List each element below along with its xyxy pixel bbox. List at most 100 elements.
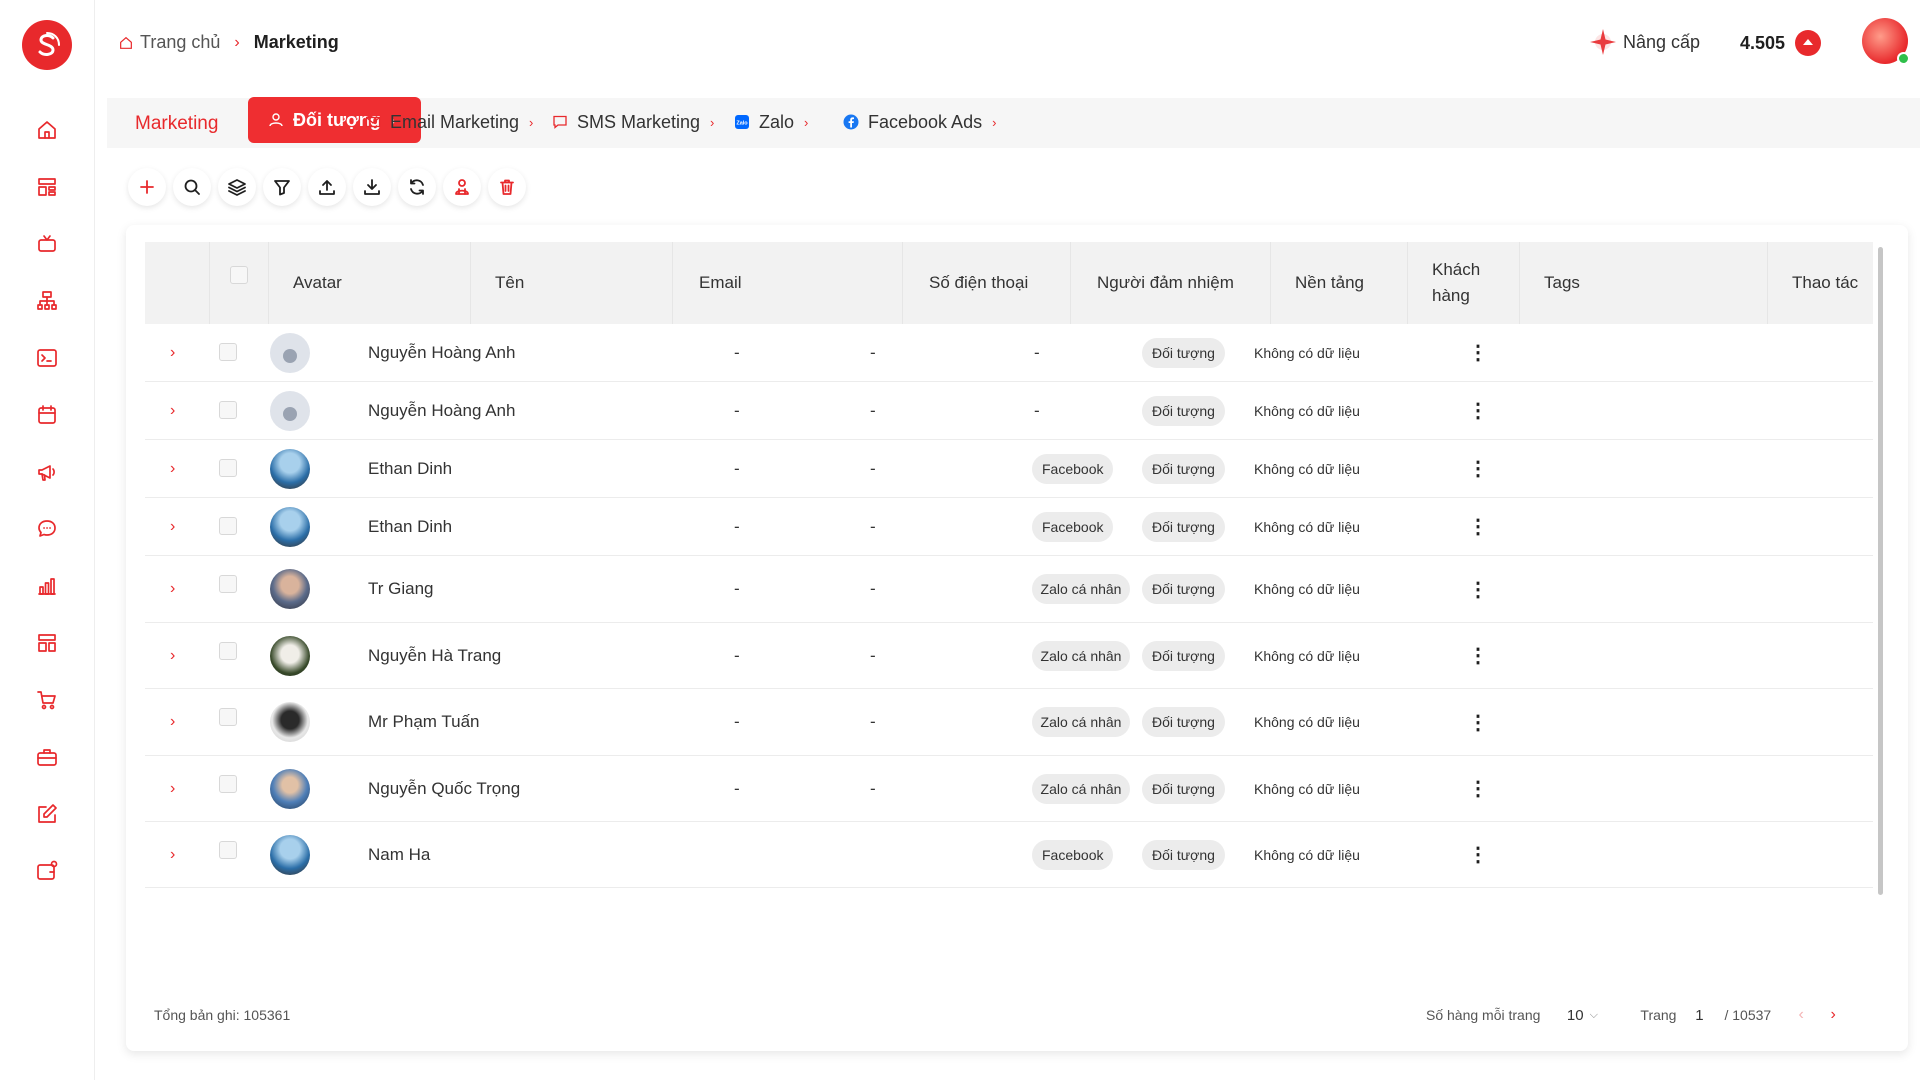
row-checkbox[interactable] (219, 841, 237, 859)
row-checkbox[interactable] (219, 642, 237, 660)
expand-row-chevron-icon[interactable]: › (170, 780, 175, 798)
expand-row-chevron-icon[interactable]: › (170, 846, 175, 864)
app-logo[interactable] (22, 20, 72, 70)
table-row[interactable]: › Mr Phạm Tuấn - - Zalo cá nhân Đối tượng Khôn… (145, 689, 1873, 756)
expand-row-chevron-icon[interactable]: › (170, 344, 175, 362)
platform-badge: Zalo cá nhân (1032, 773, 1130, 804)
expand-row-chevron-icon[interactable]: › (170, 402, 175, 420)
row-checkbox[interactable] (219, 708, 237, 726)
upload-button[interactable] (308, 168, 346, 206)
expand-row-chevron-icon[interactable]: › (170, 518, 175, 536)
table-toolbar (128, 168, 533, 206)
more-actions-icon[interactable]: ⋮ (1468, 340, 1488, 365)
header-owner[interactable]: Người đảm nhiệm (1071, 242, 1271, 324)
contact-name[interactable]: Ethan Dinh (368, 498, 668, 555)
cart-icon[interactable] (31, 684, 63, 716)
sitemap-icon[interactable] (31, 285, 63, 317)
home-icon[interactable] (31, 114, 63, 146)
bar-chart-icon[interactable] (31, 570, 63, 602)
points-balance[interactable]: 4.505 (1740, 30, 1822, 56)
more-actions-icon[interactable]: ⋮ (1468, 776, 1488, 801)
more-actions-icon[interactable]: ⋮ (1468, 643, 1488, 668)
megaphone-icon[interactable] (31, 456, 63, 488)
tab-marketing[interactable]: Marketing (135, 100, 218, 148)
contact-name[interactable]: Nguyễn Hoàng Anh (368, 382, 668, 439)
rows-per-page-label: Số hàng mỗi trang (1426, 1007, 1541, 1023)
contact-name[interactable]: Mr Phạm Tuấn (368, 689, 668, 755)
edit-icon[interactable] (31, 798, 63, 830)
calendar-icon[interactable] (31, 399, 63, 431)
table-row[interactable]: › Ethan Dinh - - Facebook Đối tượng Không có d… (145, 440, 1873, 498)
more-actions-icon[interactable]: ⋮ (1468, 710, 1488, 735)
contact-owner: - (870, 579, 876, 598)
more-actions-icon[interactable]: ⋮ (1468, 842, 1488, 867)
table-scrollbar[interactable] (1878, 247, 1883, 895)
more-actions-icon[interactable]: ⋮ (1468, 456, 1488, 481)
table-row[interactable]: › Nguyễn Hoàng Anh - - - Đối tượng Không có dữ… (145, 324, 1873, 382)
row-checkbox[interactable] (219, 775, 237, 793)
tab-sms-marketing[interactable]: SMS Marketing › (552, 98, 714, 146)
table-row[interactable]: › Ethan Dinh - - Facebook Đối tượng Không có d… (145, 498, 1873, 556)
contact-name[interactable]: Nguyễn Hà Trang (368, 623, 668, 688)
table-row[interactable]: › Nam Ha Facebook Đối tượng Không có dữ liệu… (145, 822, 1873, 888)
header-platform[interactable]: Nền tảng (1271, 242, 1408, 324)
layers-button[interactable] (218, 168, 256, 206)
header-phone[interactable]: Số điện thoại (903, 242, 1071, 324)
download-button[interactable] (353, 168, 391, 206)
layout-icon[interactable] (31, 627, 63, 659)
contact-name[interactable]: Nguyễn Quốc Trọng (368, 756, 668, 821)
header-tags[interactable]: Tags (1520, 242, 1768, 324)
tab-email-marketing[interactable]: Email Marketing › (365, 98, 533, 146)
delete-button[interactable] (488, 168, 526, 206)
expand-row-chevron-icon[interactable]: › (170, 460, 175, 478)
filter-button[interactable] (263, 168, 301, 206)
contact-name[interactable]: Nguyễn Hoàng Anh (368, 324, 668, 381)
header-customer[interactable]: Khách hàng (1408, 242, 1520, 324)
contact-name[interactable]: Nam Ha (368, 822, 668, 887)
contact-name[interactable]: Ethan Dinh (368, 440, 668, 497)
select-all-checkbox[interactable] (230, 266, 248, 284)
avatar (270, 768, 310, 809)
customer-badge: Đối tượng (1142, 574, 1225, 604)
expand-row-chevron-icon[interactable]: › (170, 647, 175, 665)
contact-name[interactable]: Tr Giang (368, 556, 668, 622)
tab-zalo[interactable]: Zalo Zalo › (734, 98, 808, 146)
briefcase-icon[interactable] (31, 741, 63, 773)
dashboard-icon[interactable] (31, 171, 63, 203)
table-row[interactable]: › Nguyễn Hoàng Anh - - - Đối tượng Không có dữ… (145, 382, 1873, 440)
wallet-icon[interactable] (31, 855, 63, 887)
breadcrumb-home[interactable]: Trang chủ (118, 32, 220, 53)
table-row[interactable]: › Nguyễn Quốc Trọng - - Zalo cá nhân Đối tượn… (145, 756, 1873, 822)
terminal-icon[interactable] (31, 342, 63, 374)
row-checkbox[interactable] (219, 343, 237, 361)
table-row[interactable]: › Nguyễn Hà Trang - - Zalo cá nhân Đối tượng K… (145, 623, 1873, 689)
refresh-button[interactable] (398, 168, 436, 206)
tab-facebook-ads[interactable]: Facebook Ads › (843, 98, 996, 146)
search-button[interactable] (173, 168, 211, 206)
row-checkbox[interactable] (219, 459, 237, 477)
upgrade-button[interactable]: Nâng cấp (1587, 26, 1700, 58)
add-button[interactable] (128, 168, 166, 206)
rows-per-page-select[interactable]: 10 ⌵ (1552, 999, 1612, 1031)
tv-icon[interactable] (31, 228, 63, 260)
more-actions-icon[interactable]: ⋮ (1468, 577, 1488, 602)
contact-phone: - (734, 458, 740, 478)
expand-row-chevron-icon[interactable]: › (170, 713, 175, 731)
row-checkbox[interactable] (219, 517, 237, 535)
row-checkbox[interactable] (219, 575, 237, 593)
more-actions-icon[interactable]: ⋮ (1468, 398, 1488, 423)
chevron-right-icon: › (804, 114, 809, 130)
page-input[interactable]: 1 (1682, 999, 1716, 1031)
table-row[interactable]: › Tr Giang - - Zalo cá nhân Đối tượng Không có… (145, 556, 1873, 623)
user-avatar[interactable] (1862, 18, 1910, 65)
contact-phone: - (734, 712, 740, 731)
row-checkbox[interactable] (219, 401, 237, 419)
chat-icon[interactable] (31, 513, 63, 545)
header-email[interactable]: Email (673, 242, 903, 324)
prev-page-button[interactable]: ‹ (1785, 999, 1817, 1031)
more-actions-icon[interactable]: ⋮ (1468, 514, 1488, 539)
merge-users-button[interactable] (443, 168, 481, 206)
header-name[interactable]: Tên (471, 242, 673, 324)
expand-row-chevron-icon[interactable]: › (170, 580, 175, 598)
next-page-button[interactable]: › (1817, 999, 1849, 1031)
